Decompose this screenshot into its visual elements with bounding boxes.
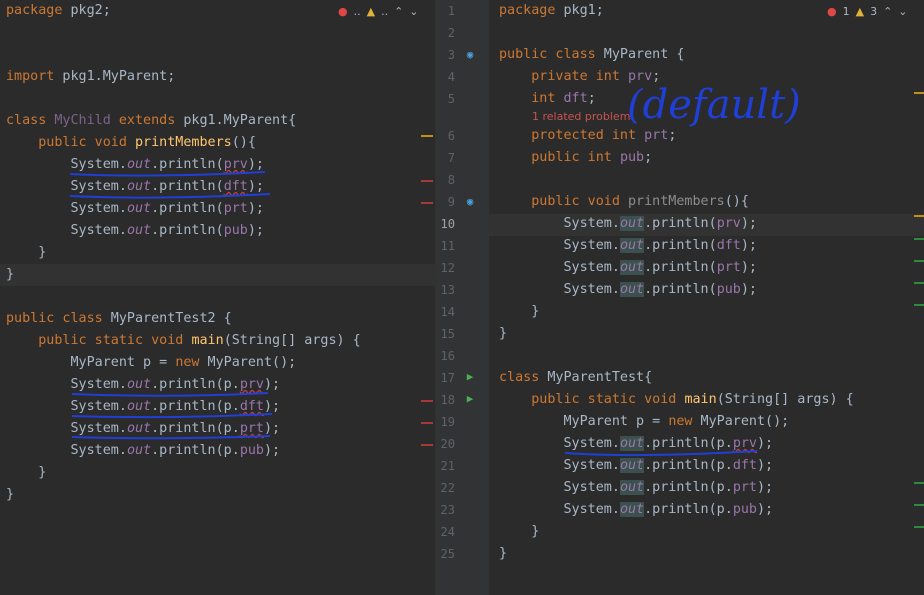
code-line[interactable]: System.out.println(p.prt); <box>499 477 924 499</box>
usage-stripe-marker[interactable] <box>914 238 924 240</box>
run-icon[interactable]: ▶ <box>463 392 477 406</box>
line-number[interactable]: 18 <box>437 389 455 411</box>
code-line[interactable]: package pkg2; <box>6 0 435 22</box>
line-number[interactable]: 23 <box>437 499 455 521</box>
code-line[interactable]: private int prv; <box>499 66 924 88</box>
code-line[interactable]: } <box>499 543 924 565</box>
line-number[interactable]: 6 <box>437 125 455 147</box>
code-line[interactable]: System.out.println(p.dft); <box>6 396 435 418</box>
code-line[interactable]: System.out.println(dft); <box>6 176 435 198</box>
run-icon[interactable]: ▶ <box>463 370 477 384</box>
code-line[interactable]: public class MyParent { <box>499 44 924 66</box>
code-line[interactable]: } <box>6 484 435 506</box>
code-line[interactable]: int dft; <box>499 88 924 110</box>
code-line[interactable]: package pkg1; <box>499 0 924 22</box>
code-line[interactable]: } <box>6 264 435 286</box>
code-line[interactable]: public static void main(String[] args) { <box>499 389 924 411</box>
warning-stripe-marker[interactable] <box>914 92 924 94</box>
error-stripe-marker[interactable] <box>421 180 433 182</box>
code-line[interactable]: class MyChild extends pkg1.MyParent{ <box>6 110 435 132</box>
code-line[interactable]: public class MyParentTest2 { <box>6 308 435 330</box>
code-line[interactable]: System.out.println(p.prv); <box>499 433 924 455</box>
code-line[interactable]: } <box>499 323 924 345</box>
usage-stripe-marker[interactable] <box>914 260 924 262</box>
code-line[interactable]: } <box>6 462 435 484</box>
code-line[interactable]: System.out.println(prt); <box>499 257 924 279</box>
code-line[interactable]: System.out.println(p.pub); <box>499 499 924 521</box>
code-line[interactable]: System.out.println(pub); <box>499 279 924 301</box>
code-line[interactable]: System.out.println(prv); <box>6 154 435 176</box>
code-line[interactable]: public int pub; <box>499 147 924 169</box>
error-stripe-marker[interactable] <box>421 444 433 446</box>
code-line[interactable]: public void printMembers(){ <box>499 191 924 213</box>
code-line[interactable]: } <box>499 301 924 323</box>
error-stripe-marker[interactable] <box>421 202 433 204</box>
code-line[interactable]: protected int prt; <box>499 125 924 147</box>
code-line[interactable]: MyParent p = new MyParent(); <box>499 411 924 433</box>
usage-stripe-marker[interactable] <box>914 282 924 284</box>
usage-stripe-marker[interactable] <box>914 482 924 484</box>
code-line[interactable]: System.out.println(p.dft); <box>499 455 924 477</box>
line-number[interactable]: 15 <box>437 323 455 345</box>
line-number[interactable]: 22 <box>437 477 455 499</box>
code-line[interactable]: System.out.println(prv); <box>499 213 924 235</box>
line-number[interactable]: 20 <box>437 433 455 455</box>
error-stripe-marker[interactable] <box>421 400 433 402</box>
right-editor-pane[interactable]: 1 2 3 4 5 6 7 8 9 10 11 12 13 14 15 16 17 18 19 20 21 22 23 24 2… <box>437 0 924 595</box>
line-number[interactable]: 25 <box>437 543 455 565</box>
line-number[interactable]: 10 <box>437 213 455 235</box>
line-number[interactable]: 21 <box>437 455 455 477</box>
line-number[interactable]: 5 <box>437 88 455 110</box>
code-line[interactable]: import pkg1.MyParent; <box>6 66 435 88</box>
line-number[interactable]: 14 <box>437 301 455 323</box>
line-number[interactable]: 17 <box>437 367 455 389</box>
code-line[interactable]: class MyParentTest{ <box>499 367 924 389</box>
implemented-icon[interactable]: ◉ <box>463 195 477 209</box>
code-line[interactable]: public void printMembers(){ <box>6 132 435 154</box>
code-line[interactable]: System.out.println(p.pub); <box>6 440 435 462</box>
code-line[interactable]: } <box>6 242 435 264</box>
line-number[interactable]: 12 <box>437 257 455 279</box>
line-number[interactable]: 19 <box>437 411 455 433</box>
line-number[interactable]: 11 <box>437 235 455 257</box>
usage-stripe-marker[interactable] <box>914 526 924 528</box>
error-stripe-marker[interactable] <box>421 422 433 424</box>
line-number[interactable]: 9 <box>437 191 455 213</box>
implemented-icon[interactable]: ◉ <box>463 48 477 62</box>
related-problem-hint[interactable]: 1 related problem <box>532 110 630 123</box>
code-line[interactable]: MyParent p = new MyParent(); <box>6 352 435 374</box>
line-number[interactable]: 16 <box>437 345 455 367</box>
code-line[interactable]: System.out.println(pub); <box>6 220 435 242</box>
usage-stripe-marker[interactable] <box>914 304 924 306</box>
line-number[interactable]: 24 <box>437 521 455 543</box>
code-line[interactable]: } <box>499 521 924 543</box>
line-number[interactable]: 7 <box>437 147 455 169</box>
line-number[interactable]: 3 <box>437 44 455 66</box>
line-number[interactable]: 1 <box>437 0 455 22</box>
left-editor-pane[interactable]: ● .. ▲ .. ⌃ ⌄ package pkg2; import pkg1.… <box>0 0 435 595</box>
line-number[interactable]: 2 <box>437 22 455 44</box>
warning-stripe-marker[interactable] <box>914 215 924 217</box>
code-line[interactable]: System.out.println(p.prv); <box>6 374 435 396</box>
code-line[interactable]: System.out.println(dft); <box>499 235 924 257</box>
line-number[interactable]: 13 <box>437 279 455 301</box>
code-line[interactable]: System.out.println(p.prt); <box>6 418 435 440</box>
line-number[interactable]: 4 <box>437 66 455 88</box>
line-number[interactable]: 8 <box>437 169 455 191</box>
code-line[interactable]: System.out.println(prt); <box>6 198 435 220</box>
code-line[interactable]: public static void main(String[] args) { <box>6 330 435 352</box>
usage-stripe-marker[interactable] <box>914 504 924 506</box>
warning-stripe-marker[interactable] <box>421 135 433 137</box>
